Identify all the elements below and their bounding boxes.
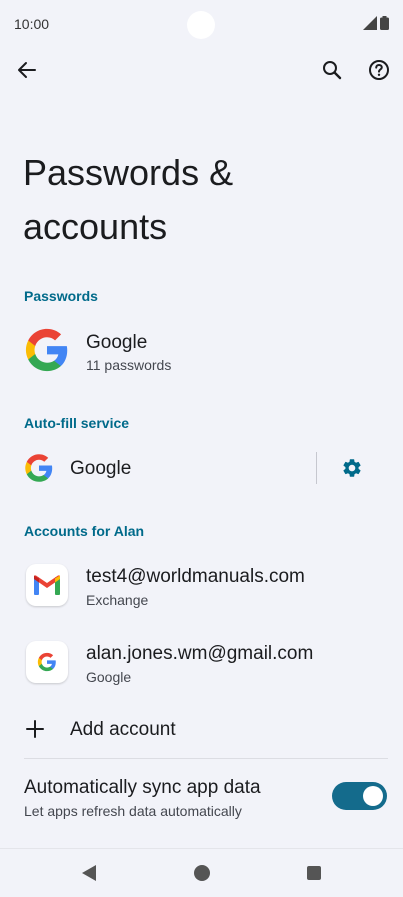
passwords-item-google[interactable]: Google 11 passwords [0, 318, 403, 382]
passwords-item-title: Google [86, 332, 148, 353]
divider-vertical [316, 452, 317, 484]
sync-subtitle: Let apps refresh data automatically [24, 803, 242, 819]
google-logo-icon [25, 328, 68, 372]
account-item-title: test4@worldmanuals.com [86, 566, 305, 587]
status-bar: 10:00 [0, 0, 403, 48]
nav-home-button[interactable] [190, 861, 214, 885]
sync-app-data-row[interactable]: Automatically sync app data Let apps ref… [0, 768, 403, 828]
account-item-subtitle: Exchange [86, 592, 149, 608]
add-account-button[interactable]: Add account [0, 706, 403, 754]
help-button[interactable] [359, 50, 399, 90]
help-icon [369, 60, 389, 80]
nav-recents-icon [307, 866, 321, 880]
section-header-autofill: Auto-fill service [24, 415, 130, 431]
camera-cutout [187, 11, 215, 39]
autofill-item-google[interactable]: Google [0, 444, 403, 492]
section-header-accounts: Accounts for Alan [24, 523, 145, 539]
nav-back-button[interactable] [77, 861, 101, 885]
search-icon [323, 61, 342, 80]
passwords-item-subtitle: 11 passwords [86, 357, 172, 373]
gmail-app-icon [26, 564, 68, 606]
account-item-exchange[interactable]: test4@worldmanuals.com Exchange [0, 553, 403, 619]
google-app-icon [26, 641, 68, 683]
nav-recents-button[interactable] [302, 861, 326, 885]
account-item-subtitle: Google [86, 669, 132, 685]
toggle-knob [363, 786, 383, 806]
sync-title: Automatically sync app data [24, 777, 261, 798]
system-navigation-bar [0, 848, 403, 897]
plus-icon [26, 720, 44, 738]
gmail-icon [34, 575, 60, 595]
sync-toggle-switch[interactable] [332, 782, 387, 810]
autofill-item-title: Google [70, 458, 132, 479]
gear-icon [343, 459, 361, 477]
account-item-title: alan.jones.wm@gmail.com [86, 643, 314, 664]
page-title-line-1: Passwords & [23, 152, 234, 193]
section-header-passwords: Passwords [24, 288, 98, 304]
autofill-settings-button[interactable] [332, 448, 372, 488]
page-title-line-2: accounts [23, 206, 168, 247]
back-button[interactable] [7, 50, 47, 90]
top-app-bar [0, 50, 403, 90]
google-icon [37, 652, 56, 672]
status-icons [363, 16, 389, 30]
divider-horizontal [24, 758, 388, 759]
nav-home-icon [194, 865, 210, 881]
search-button[interactable] [312, 50, 352, 90]
google-logo-icon [25, 454, 53, 482]
page-title: Passwords & accounts [23, 146, 233, 254]
add-account-label: Add account [70, 719, 176, 740]
nav-back-icon [82, 865, 96, 881]
status-time: 10:00 [14, 16, 50, 32]
battery-icon [380, 16, 389, 30]
signal-icon [363, 16, 377, 30]
back-arrow-icon [18, 62, 36, 78]
account-item-google[interactable]: alan.jones.wm@gmail.com Google [0, 630, 403, 696]
